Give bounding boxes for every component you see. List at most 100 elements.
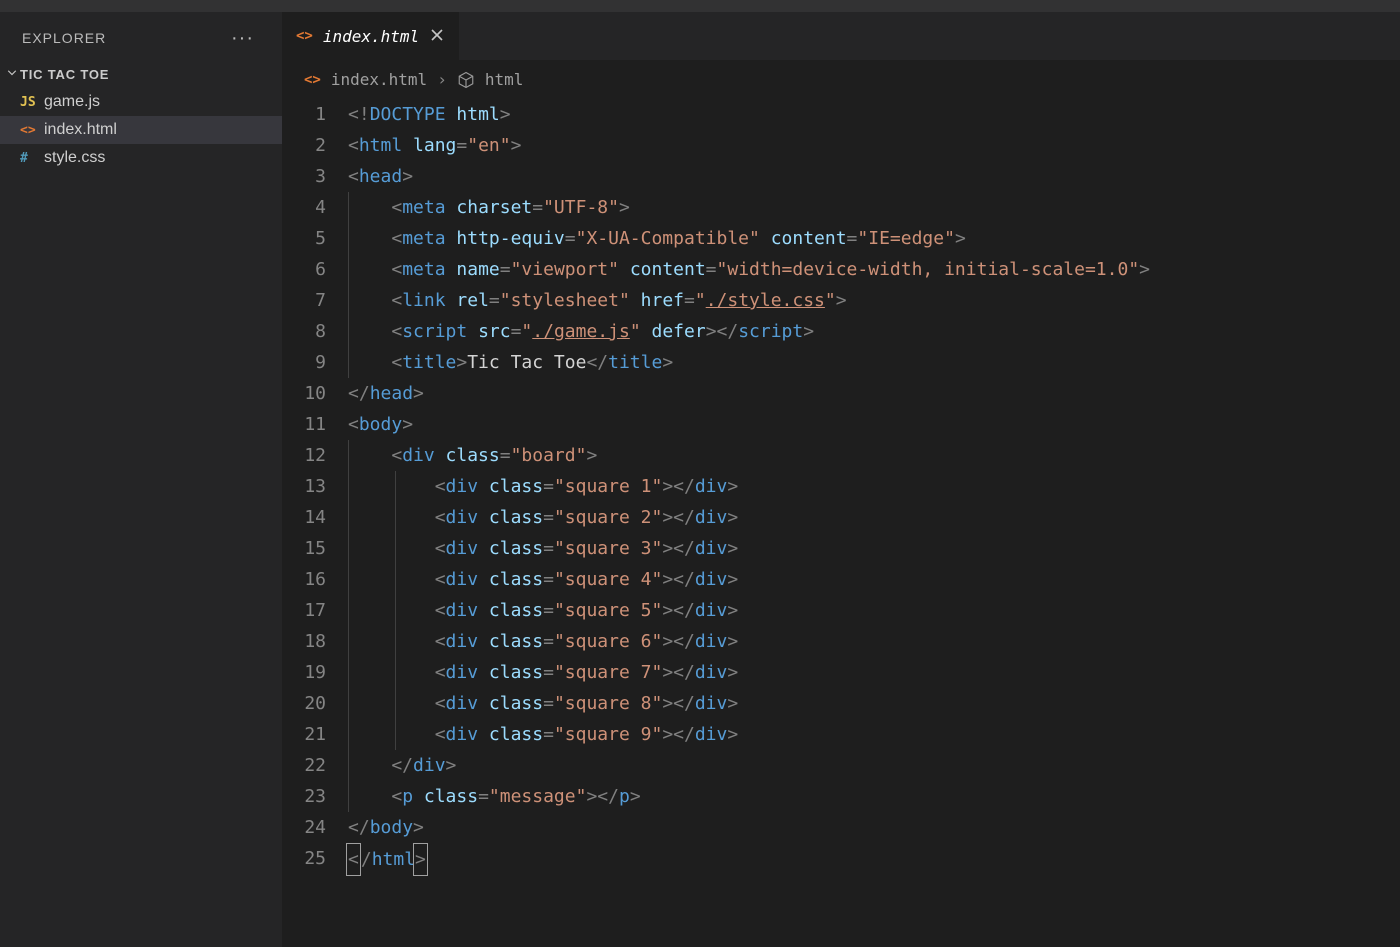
code-line[interactable]: <div class="square 5"></div>	[348, 595, 1400, 626]
line-number: 15	[282, 533, 326, 564]
editor-pane: <> index.html <> index.html › html 12345…	[282, 12, 1400, 947]
breadcrumb-file: index.html	[331, 70, 427, 89]
explorer-section-title: TIC TAC TOE	[20, 67, 109, 82]
indent-guide	[395, 719, 396, 750]
file-item-style-css[interactable]: #style.css	[0, 144, 282, 172]
code-line[interactable]: <head>	[348, 161, 1400, 192]
indent-guide	[348, 316, 349, 347]
file-label: game.js	[44, 93, 100, 111]
line-number: 19	[282, 657, 326, 688]
indent-guide	[348, 347, 349, 378]
code-line[interactable]: <body>	[348, 409, 1400, 440]
indent-guide	[348, 688, 349, 719]
code-line[interactable]: <script src="./game.js" defer></script>	[348, 316, 1400, 347]
code-line[interactable]: <div class="square 1"></div>	[348, 471, 1400, 502]
indent-guide	[348, 781, 349, 812]
explorer-section-header[interactable]: TIC TAC TOE	[0, 60, 282, 88]
file-label: index.html	[44, 121, 117, 139]
indent-guide	[348, 626, 349, 657]
indent-guide	[348, 440, 349, 471]
indent-guide	[348, 564, 349, 595]
line-number: 13	[282, 471, 326, 502]
line-number: 6	[282, 254, 326, 285]
line-number: 17	[282, 595, 326, 626]
line-number: 5	[282, 223, 326, 254]
indent-guide	[395, 564, 396, 595]
line-number: 1	[282, 99, 326, 130]
line-number: 7	[282, 285, 326, 316]
line-number: 3	[282, 161, 326, 192]
line-number: 8	[282, 316, 326, 347]
code-line[interactable]: <div class="board">	[348, 440, 1400, 471]
explorer-more-icon[interactable]: ···	[231, 27, 262, 50]
code-line[interactable]: <div class="square 9"></div>	[348, 719, 1400, 750]
code-line[interactable]: <div class="square 3"></div>	[348, 533, 1400, 564]
code-line[interactable]: </body>	[348, 812, 1400, 843]
code-line[interactable]: </html>	[348, 843, 1400, 874]
indent-guide	[395, 533, 396, 564]
breadcrumb[interactable]: <> index.html › html	[282, 60, 1400, 95]
indent-guide	[348, 471, 349, 502]
file-item-game-js[interactable]: JSgame.js	[0, 88, 282, 116]
indent-guide	[395, 502, 396, 533]
line-number: 21	[282, 719, 326, 750]
line-number: 22	[282, 750, 326, 781]
code-line[interactable]: <div class="square 8"></div>	[348, 688, 1400, 719]
line-number: 25	[282, 843, 326, 874]
indent-guide	[395, 595, 396, 626]
line-number: 4	[282, 192, 326, 223]
code-line[interactable]: </div>	[348, 750, 1400, 781]
explorer-title: EXPLORER	[22, 30, 106, 46]
close-icon[interactable]	[429, 27, 445, 46]
indent-guide	[348, 595, 349, 626]
indent-guide	[395, 657, 396, 688]
code-line[interactable]: <title>Tic Tac Toe</title>	[348, 347, 1400, 378]
indent-guide	[348, 657, 349, 688]
html-file-icon: <>	[296, 28, 313, 44]
line-number: 24	[282, 812, 326, 843]
html-file-icon: <>	[304, 72, 321, 88]
tab-label: index.html	[323, 27, 419, 46]
indent-guide	[348, 533, 349, 564]
line-number: 14	[282, 502, 326, 533]
code-line[interactable]: <meta charset="UTF-8">	[348, 192, 1400, 223]
tab-bar: <> index.html	[282, 12, 1400, 60]
code-line[interactable]: <meta http-equiv="X-UA-Compatible" conte…	[348, 223, 1400, 254]
file-item-index-html[interactable]: <>index.html	[0, 116, 282, 144]
indent-guide	[348, 223, 349, 254]
code-line[interactable]: <html lang="en">	[348, 130, 1400, 161]
css-file-icon: #	[20, 151, 44, 166]
code-line[interactable]: <link rel="stylesheet" href="./style.css…	[348, 285, 1400, 316]
code-line[interactable]: <div class="square 2"></div>	[348, 502, 1400, 533]
indent-guide	[348, 285, 349, 316]
code-line[interactable]: <div class="square 4"></div>	[348, 564, 1400, 595]
indent-guide	[395, 688, 396, 719]
code-line[interactable]: <div class="square 6"></div>	[348, 626, 1400, 657]
indent-guide	[395, 471, 396, 502]
line-number: 10	[282, 378, 326, 409]
code-line[interactable]: <div class="square 7"></div>	[348, 657, 1400, 688]
tab-index-html[interactable]: <> index.html	[282, 12, 460, 60]
line-number: 18	[282, 626, 326, 657]
indent-guide	[348, 254, 349, 285]
explorer-sidebar: EXPLORER ··· TIC TAC TOE JSgame.js<>inde…	[0, 12, 282, 947]
indent-guide	[348, 502, 349, 533]
line-number: 9	[282, 347, 326, 378]
chevron-right-icon: ›	[437, 70, 447, 89]
code-line[interactable]: <p class="message"></p>	[348, 781, 1400, 812]
line-number: 2	[282, 130, 326, 161]
line-number: 12	[282, 440, 326, 471]
html-file-icon: <>	[20, 123, 44, 138]
indent-guide	[348, 750, 349, 781]
code-line[interactable]: </head>	[348, 378, 1400, 409]
breadcrumb-symbol: html	[485, 70, 524, 89]
chevron-down-icon	[4, 66, 20, 82]
indent-guide	[395, 626, 396, 657]
line-number: 16	[282, 564, 326, 595]
code-editor[interactable]: 1234567891011121314151617181920212223242…	[282, 95, 1400, 874]
line-number: 23	[282, 781, 326, 812]
symbol-icon	[457, 71, 475, 89]
code-line[interactable]: <!DOCTYPE html>	[348, 99, 1400, 130]
code-line[interactable]: <meta name="viewport" content="width=dev…	[348, 254, 1400, 285]
line-number: 11	[282, 409, 326, 440]
